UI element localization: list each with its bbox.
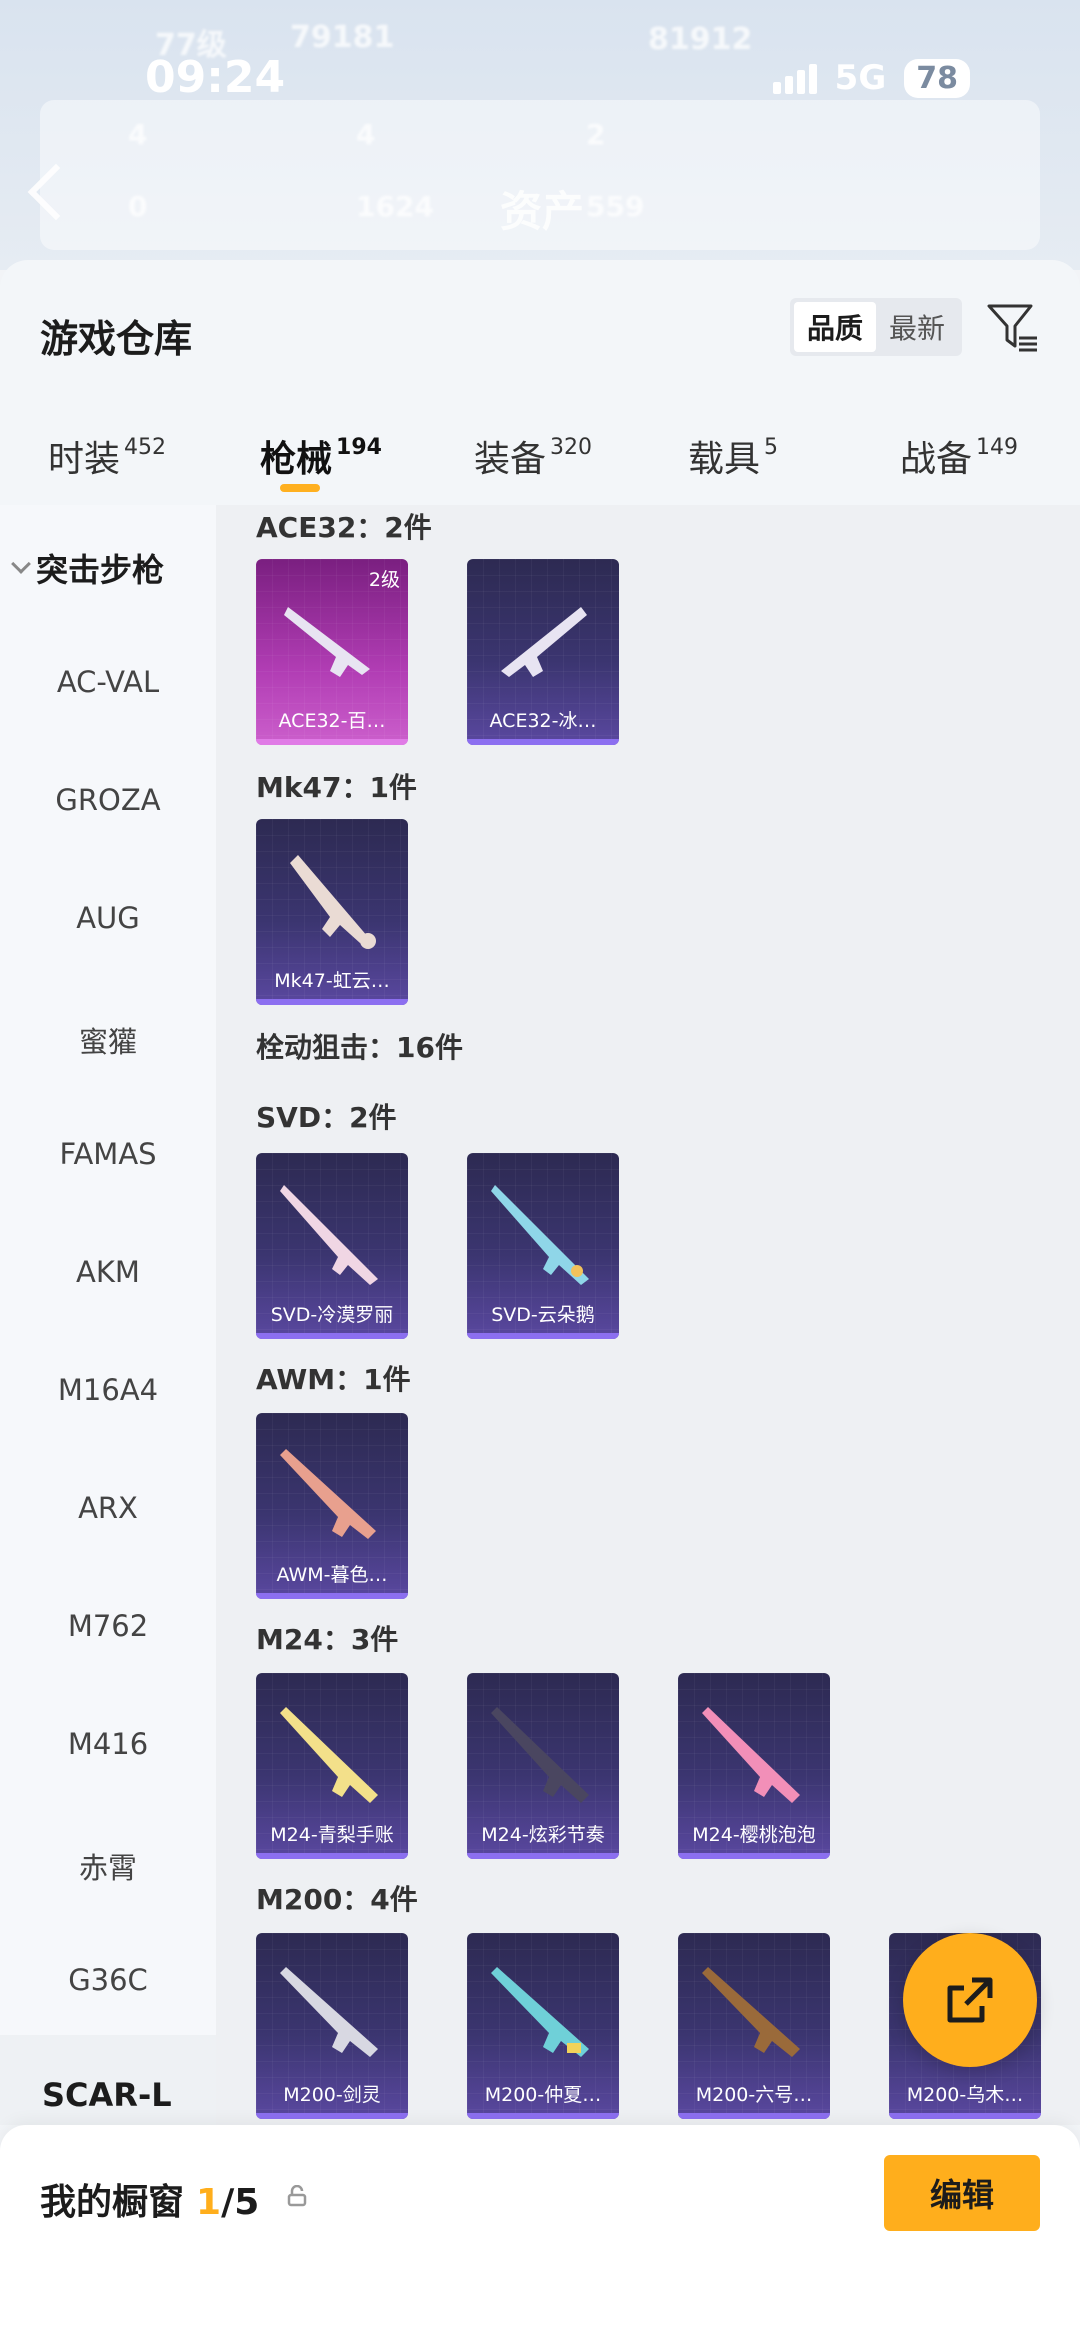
- group-label: M200：4件: [256, 1883, 418, 1916]
- skin-name: M24-青梨手账: [270, 1824, 394, 1846]
- category-tabs: 时装 452 枪械 194 装备 320 载具 5 战备 149: [0, 410, 1080, 520]
- external-link-icon: [947, 1977, 993, 2023]
- group-label: SVD：2件: [256, 1101, 397, 1134]
- signal-icon: [772, 62, 817, 94]
- group-label: ACE32：2件: [256, 511, 432, 544]
- tab-firearms[interactable]: 枪械 194: [260, 430, 382, 482]
- header-title: 资产: [500, 187, 585, 236]
- sort-toggle: 品质 最新: [790, 298, 962, 356]
- sort-latest-button[interactable]: 最新: [876, 302, 958, 352]
- background-header: 77级 79181 81912 4 4 2 0 1624 559 09:24 5…: [0, 0, 1080, 270]
- sidebar-item[interactable]: M416: [0, 1727, 216, 1761]
- sidebar-item[interactable]: FAMAS: [0, 1137, 216, 1171]
- skin-card[interactable]: SVD-云朵鹅: [467, 1153, 619, 1339]
- skin-card[interactable]: AWM-暮色…: [256, 1413, 408, 1599]
- group-label: AWM：1件: [256, 1363, 411, 1396]
- sidebar-item[interactable]: GROZA: [0, 783, 216, 817]
- sidebar-item[interactable]: 蜜獾: [0, 1019, 216, 1061]
- tab-battle-gear[interactable]: 战备 149: [900, 430, 1018, 482]
- skin-card[interactable]: 2级 ACE32-百…: [256, 559, 408, 745]
- ghost-stat: 4: [356, 118, 376, 151]
- network-type: 5G: [834, 58, 887, 98]
- ghost-stat: 0: [128, 190, 148, 223]
- skin-card[interactable]: M200-剑灵: [256, 1933, 408, 2119]
- skin-card[interactable]: M24-炫彩节奏: [467, 1673, 619, 1859]
- showcase-total: /5: [221, 2182, 260, 2223]
- share-button[interactable]: [903, 1933, 1037, 2067]
- tab-vehicles[interactable]: 载具 5: [688, 430, 778, 482]
- rifle-icon: [284, 607, 370, 677]
- sidebar-group-assault-rifles[interactable]: 突击步枪: [11, 545, 165, 591]
- showcase-count: 1/5: [196, 2182, 259, 2223]
- sniper-rifle-icon: [280, 1185, 378, 1285]
- skin-card[interactable]: ACE32-冰…: [467, 559, 619, 745]
- battery-indicator: 78: [904, 58, 970, 98]
- sniper-rifle-icon: [491, 1185, 589, 1285]
- sidebar-item[interactable]: ARX: [0, 1491, 216, 1525]
- group-label: M24：3件: [256, 1623, 399, 1656]
- skin-name: Mk47-虹云…: [274, 970, 390, 992]
- skin-card[interactable]: Mk47-虹云…: [256, 819, 408, 1005]
- skin-card[interactable]: M24-青梨手账: [256, 1673, 408, 1859]
- sidebar-group-label: 突击步枪: [36, 551, 165, 589]
- ghost-points: 81912: [648, 22, 753, 57]
- rifle-icon: [290, 855, 376, 949]
- sidebar-item[interactable]: AUG: [0, 901, 216, 935]
- skin-name: ACE32-冰…: [489, 710, 597, 732]
- showcase-title-text: 我的橱窗: [40, 2182, 185, 2223]
- skin-name: M200-六号…: [695, 2084, 813, 2106]
- status-indicators: 5G 78: [772, 58, 970, 98]
- showcase-bar: 我的橱窗 1/5 编辑: [0, 2125, 1080, 2347]
- skin-card[interactable]: SVD-冷漠罗丽: [256, 1153, 408, 1339]
- skin-name: AWM-暮色…: [276, 1564, 388, 1586]
- sniper-rifle-icon: [702, 1967, 800, 2057]
- sidebar-item[interactable]: M762: [0, 1609, 216, 1643]
- sort-quality-button[interactable]: 品质: [794, 302, 876, 352]
- status-time: 09:24: [145, 52, 286, 103]
- lock-icon: [287, 2185, 307, 2207]
- skin-name: M200-剑灵: [283, 2084, 381, 2106]
- group-label: Mk47：1件: [256, 771, 417, 804]
- showcase-current: 1: [196, 2182, 222, 2223]
- sidebar-item[interactable]: 赤霄: [0, 1845, 216, 1887]
- ghost-stat: 559: [586, 190, 645, 223]
- sniper-rifle-icon: [280, 1707, 378, 1803]
- sidebar-item[interactable]: AC-VAL: [0, 665, 216, 699]
- ghost-score: 79181: [290, 20, 395, 55]
- filter-icon[interactable]: [985, 300, 1041, 356]
- tab-fashion[interactable]: 时装 452: [48, 430, 166, 482]
- ghost-stat: 2: [586, 118, 606, 151]
- group-label: 栓动狙击：16件: [256, 1031, 463, 1064]
- ghost-stat: 4: [128, 118, 148, 151]
- ghost-stat: 1624: [356, 190, 434, 223]
- tab-equipment[interactable]: 装备 320: [474, 430, 592, 482]
- sniper-rifle-icon: [491, 1967, 589, 2057]
- skin-name: M24-炫彩节奏: [481, 1824, 605, 1846]
- edit-button[interactable]: 编辑: [884, 2155, 1040, 2231]
- showcase-title: 我的橱窗 1/5: [40, 2173, 259, 2225]
- chevron-down-icon: [11, 554, 31, 574]
- sidebar-item[interactable]: M16A4: [0, 1373, 216, 1407]
- sniper-rifle-icon: [702, 1707, 800, 1803]
- skin-card[interactable]: M200-六号…: [678, 1933, 830, 2119]
- sidebar-item[interactable]: G36C: [0, 1963, 216, 1997]
- sniper-rifle-icon: [280, 1967, 378, 2057]
- sniper-rifle-icon: [491, 1707, 589, 1803]
- skin-name: M24-樱桃泡泡: [692, 1824, 816, 1846]
- sidebar-item[interactable]: AKM: [0, 1255, 216, 1289]
- skin-name: SVD-冷漠罗丽: [270, 1304, 394, 1326]
- active-tab-underline: [280, 484, 320, 492]
- sheet-title: 游戏仓库: [40, 317, 193, 361]
- skin-name: M200-乌木…: [906, 2084, 1024, 2106]
- rifle-icon: [501, 607, 587, 677]
- skin-card[interactable]: M200-仲夏…: [467, 1933, 619, 2119]
- skin-name: ACE32-百…: [278, 710, 386, 732]
- sniper-rifle-icon: [280, 1449, 376, 1539]
- skin-card[interactable]: M24-樱桃泡泡: [678, 1673, 830, 1859]
- skin-name: M200-仲夏…: [484, 2084, 602, 2106]
- skin-name: SVD-云朵鹅: [491, 1304, 595, 1326]
